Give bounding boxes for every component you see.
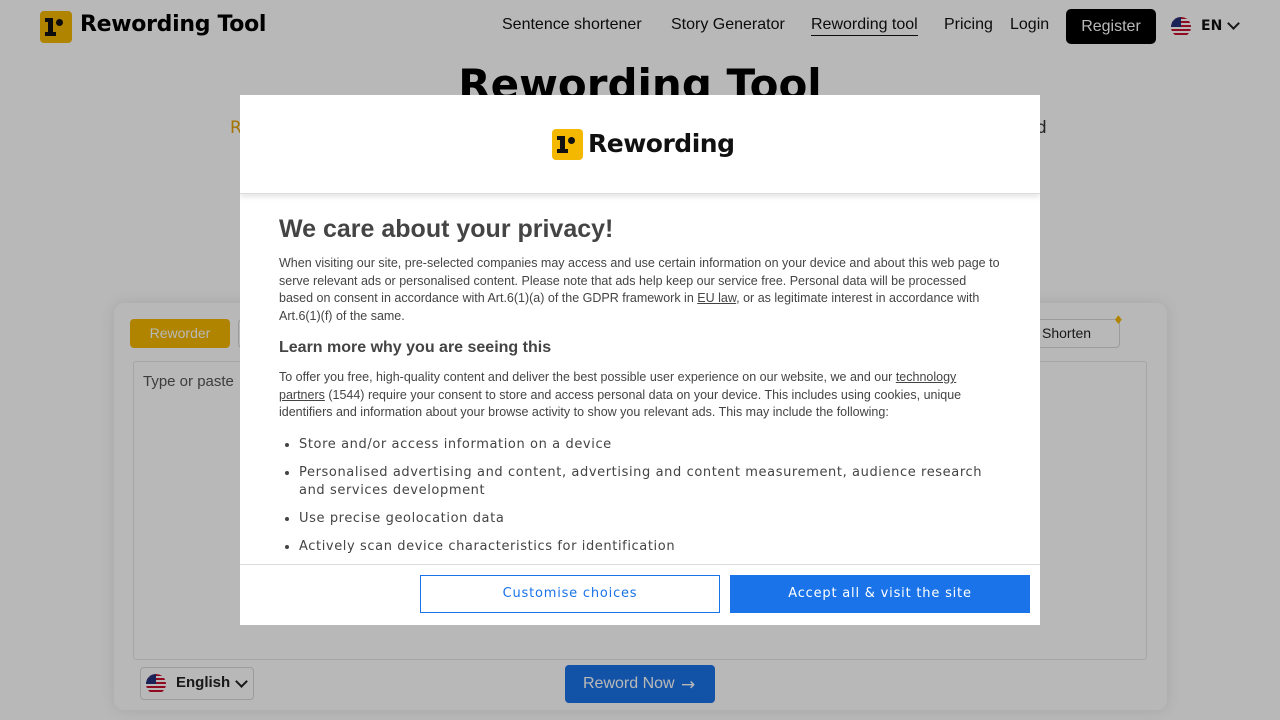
dialog-footer: Customise choices Accept all & visit the… bbox=[240, 564, 1040, 625]
dialog-heading: We care about your privacy! bbox=[279, 215, 614, 243]
consent-intro: When visiting our site, pre-selected com… bbox=[279, 256, 1000, 323]
dialog-body[interactable]: We care about your privacy! When visitin… bbox=[240, 195, 1040, 563]
dialog-brand: Rewording bbox=[588, 129, 735, 158]
customise-choices-button[interactable]: Customise choices bbox=[420, 575, 720, 613]
privacy-consent-dialog: Rewording We care about your privacy! Wh… bbox=[240, 95, 1040, 625]
list-item: Personalised advertising and content, ad… bbox=[299, 464, 1001, 500]
eu-law-link[interactable]: EU law bbox=[697, 291, 736, 305]
list-item: Store and/or access information on a dev… bbox=[299, 436, 1001, 454]
logo-icon bbox=[552, 129, 583, 160]
accept-all-button[interactable]: Accept all & visit the site bbox=[730, 575, 1030, 613]
dialog-header: Rewording bbox=[240, 95, 1040, 194]
learn-more-heading: Learn more why you are seeing this bbox=[279, 339, 552, 356]
consent-offer: To offer you free, high-quality content … bbox=[279, 370, 962, 419]
list-item: Actively scan device characteristics for… bbox=[299, 538, 1001, 556]
list-item: Use precise geolocation data bbox=[299, 510, 1001, 528]
purpose-list: Store and/or access information on a dev… bbox=[279, 436, 1001, 556]
